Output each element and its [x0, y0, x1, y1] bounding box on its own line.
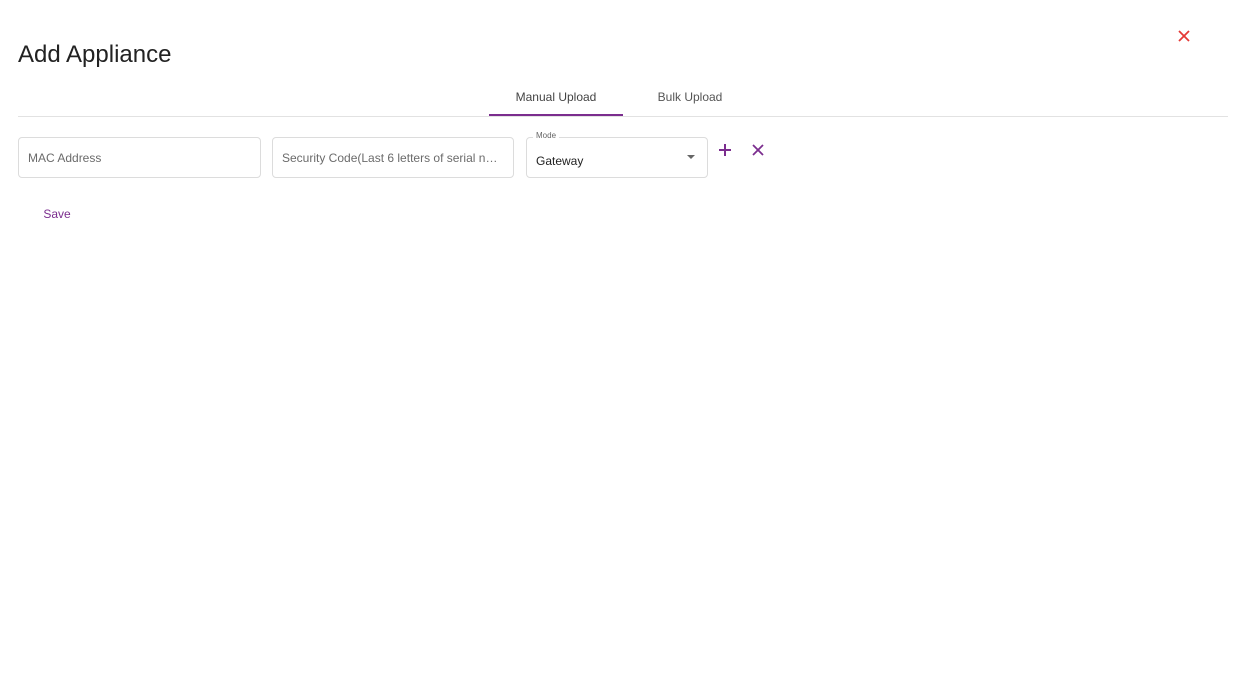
security-code-field: [272, 137, 514, 178]
security-code-input[interactable]: [273, 138, 513, 177]
mode-select[interactable]: Mode Gateway: [526, 131, 708, 178]
add-row-button[interactable]: [716, 141, 734, 159]
remove-row-button[interactable]: [749, 141, 767, 159]
dialog-title: Add Appliance: [18, 41, 172, 68]
tab-bulk-upload[interactable]: Bulk Upload: [623, 78, 757, 115]
save-button[interactable]: Save: [34, 204, 80, 224]
upload-tabs: Manual Upload Bulk Upload: [18, 78, 1228, 117]
close-icon: [752, 144, 764, 156]
tab-manual-upload[interactable]: Manual Upload: [489, 78, 623, 116]
mode-selected-value: Gateway: [536, 154, 584, 168]
tab-label: Bulk Upload: [657, 89, 723, 104]
close-dialog-button[interactable]: [1174, 26, 1194, 46]
mac-address-field: [18, 137, 261, 178]
add-appliance-dialog: Add Appliance Manual Upload Bulk Upload …: [0, 0, 1248, 680]
mac-address-input[interactable]: [19, 138, 260, 177]
close-icon: [1178, 30, 1190, 42]
mode-label: Mode: [533, 131, 560, 140]
tab-label: Manual Upload: [515, 89, 597, 104]
chevron-down-icon: [687, 155, 695, 159]
plus-icon: [719, 144, 731, 156]
